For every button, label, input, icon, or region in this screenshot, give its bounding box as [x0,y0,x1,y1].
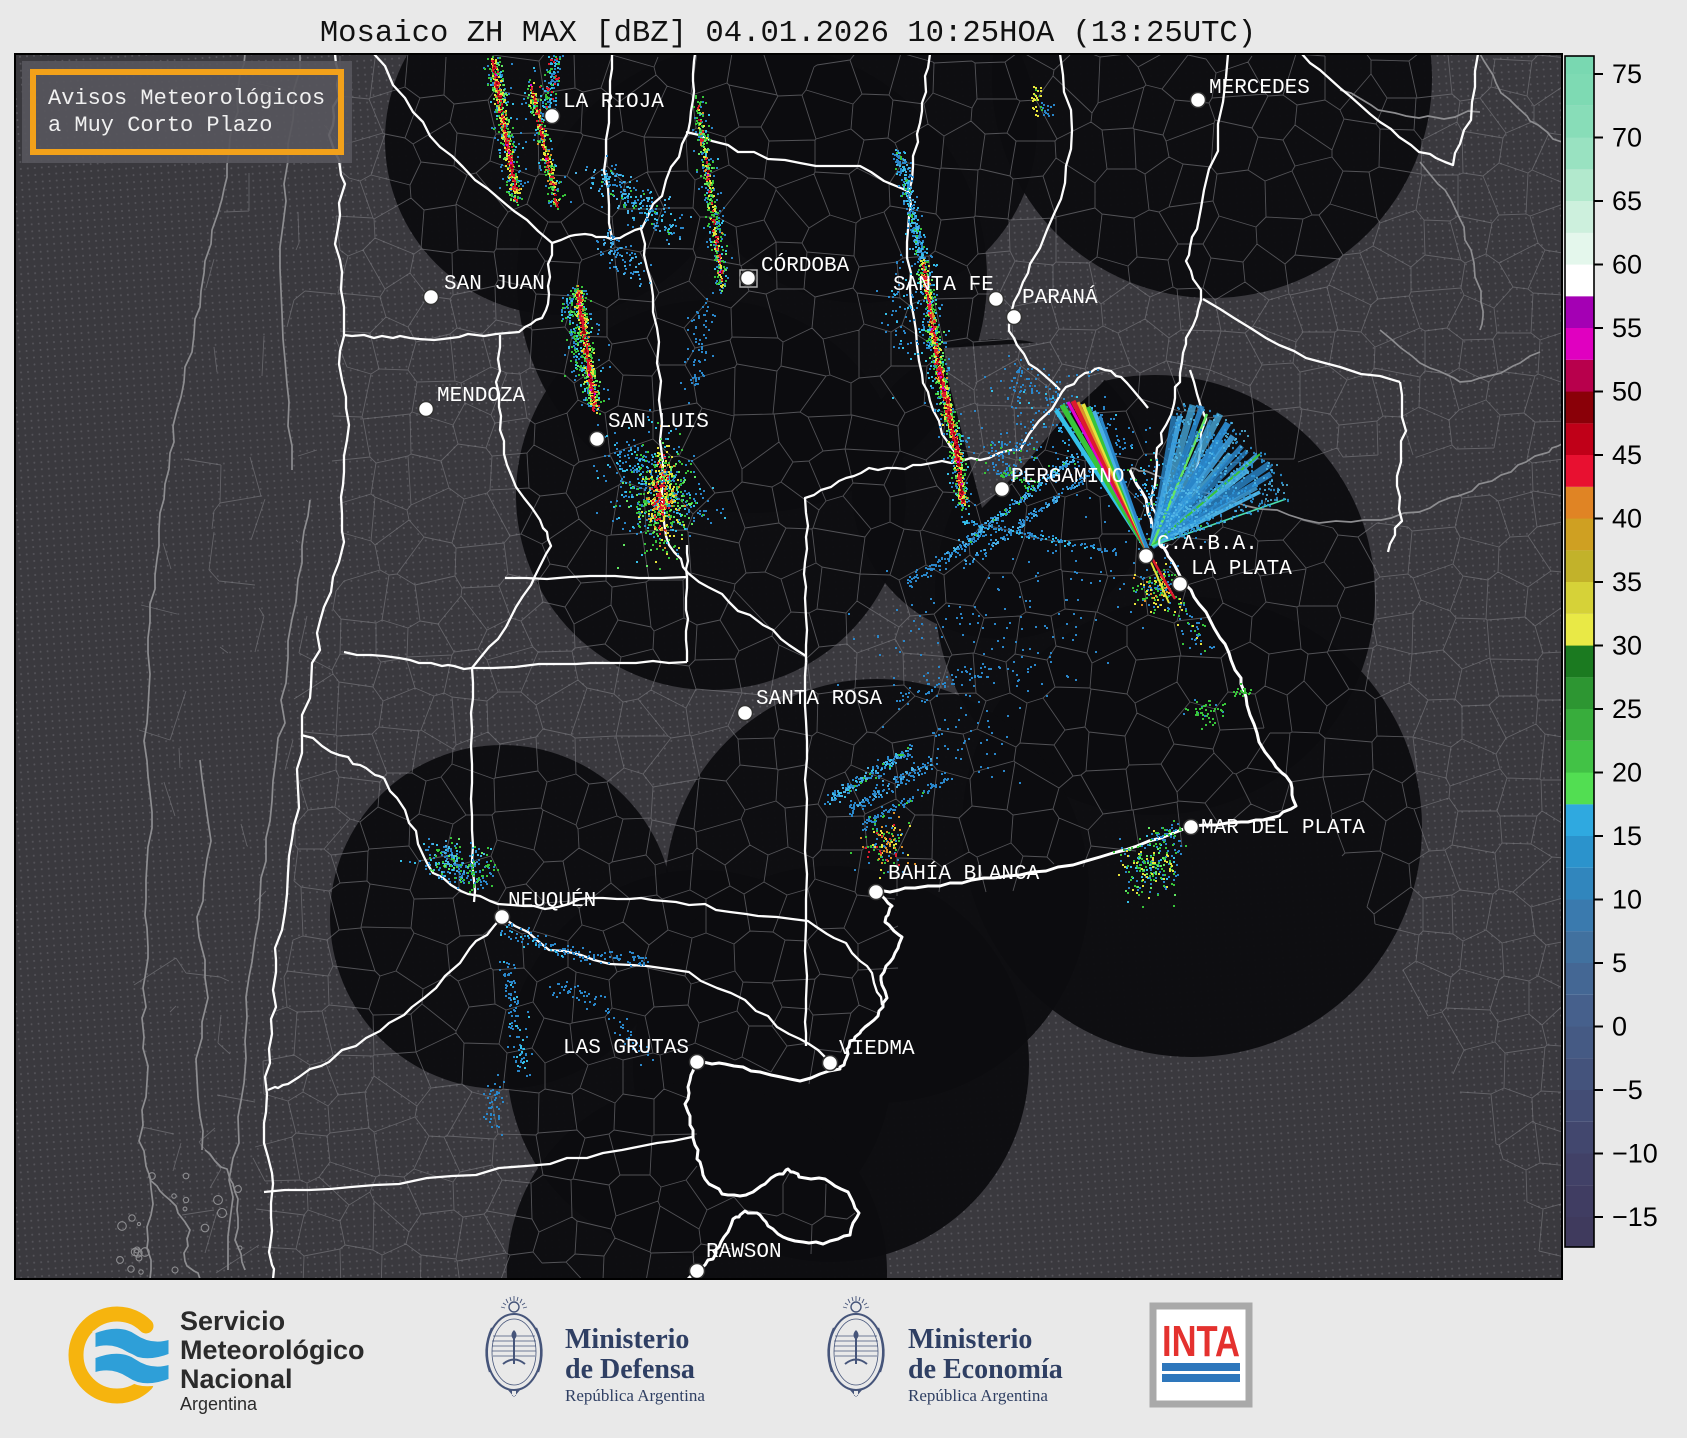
svg-text:Servicio: Servicio [180,1306,285,1336]
svg-text:a Muy Corto Plazo: a Muy Corto Plazo [48,113,272,138]
svg-text:INTA: INTA [1162,1317,1240,1366]
svg-text:65: 65 [1612,186,1642,216]
svg-text:LAS GRUTAS: LAS GRUTAS [563,1037,689,1060]
svg-text:Nacional: Nacional [180,1364,293,1394]
svg-text:Avisos Meteorológicos: Avisos Meteorológicos [48,86,325,111]
svg-text:SANTA FE: SANTA FE [893,274,994,297]
svg-text:CÓRDOBA: CÓRDOBA [761,254,850,278]
svg-text:Meteorológico: Meteorológico [180,1335,365,1365]
svg-text:VIEDMA: VIEDMA [839,1038,915,1061]
svg-text:NEUQUÉN: NEUQUÉN [508,889,596,913]
svg-text:45: 45 [1612,440,1642,470]
svg-text:LA RIOJA: LA RIOJA [563,91,664,114]
svg-text:0: 0 [1612,1012,1627,1042]
svg-text:Argentina: Argentina [180,1394,258,1414]
svg-text:35: 35 [1612,567,1642,597]
svg-text:−5: −5 [1612,1075,1643,1105]
svg-text:75: 75 [1612,59,1642,89]
svg-text:−15: −15 [1612,1202,1658,1232]
svg-text:SAN JUAN: SAN JUAN [444,273,545,296]
svg-text:PARANÁ: PARANÁ [1022,286,1098,310]
svg-text:República Argentina: República Argentina [565,1386,705,1405]
svg-text:20: 20 [1612,758,1642,788]
svg-text:BAHÍA BLANCA: BAHÍA BLANCA [888,862,1040,886]
svg-text:MAR DEL PLATA: MAR DEL PLATA [1201,817,1365,840]
svg-text:SANTA ROSA: SANTA ROSA [756,688,882,711]
svg-text:MERCEDES: MERCEDES [1209,77,1310,100]
svg-text:Ministerio: Ministerio [565,1324,689,1355]
svg-text:SAN LUIS: SAN LUIS [608,411,709,434]
svg-text:República Argentina: República Argentina [908,1386,1048,1405]
svg-text:10: 10 [1612,885,1642,915]
svg-text:RAWSON: RAWSON [706,1241,782,1264]
svg-text:60: 60 [1612,250,1642,280]
svg-text:−10: −10 [1612,1139,1658,1169]
svg-text:70: 70 [1612,123,1642,153]
svg-text:PERGAMINO: PERGAMINO [1011,466,1124,489]
svg-text:30: 30 [1612,631,1642,661]
svg-text:MENDOZA: MENDOZA [437,385,526,408]
svg-text:LA PLATA: LA PLATA [1191,558,1292,581]
svg-text:Mosaico ZH MAX [dBZ] 04.01.202: Mosaico ZH MAX [dBZ] 04.01.2026 10:25HOA… [320,17,1256,51]
svg-text:C.A.B.A.: C.A.B.A. [1157,533,1258,556]
svg-text:Ministerio: Ministerio [908,1324,1032,1355]
svg-text:40: 40 [1612,504,1642,534]
svg-text:50: 50 [1612,377,1642,407]
svg-text:5: 5 [1612,948,1627,978]
svg-text:de Economía: de Economía [908,1354,1063,1385]
svg-text:15: 15 [1612,821,1642,851]
svg-text:25: 25 [1612,694,1642,724]
svg-text:55: 55 [1612,313,1642,343]
svg-text:de Defensa: de Defensa [565,1354,695,1385]
